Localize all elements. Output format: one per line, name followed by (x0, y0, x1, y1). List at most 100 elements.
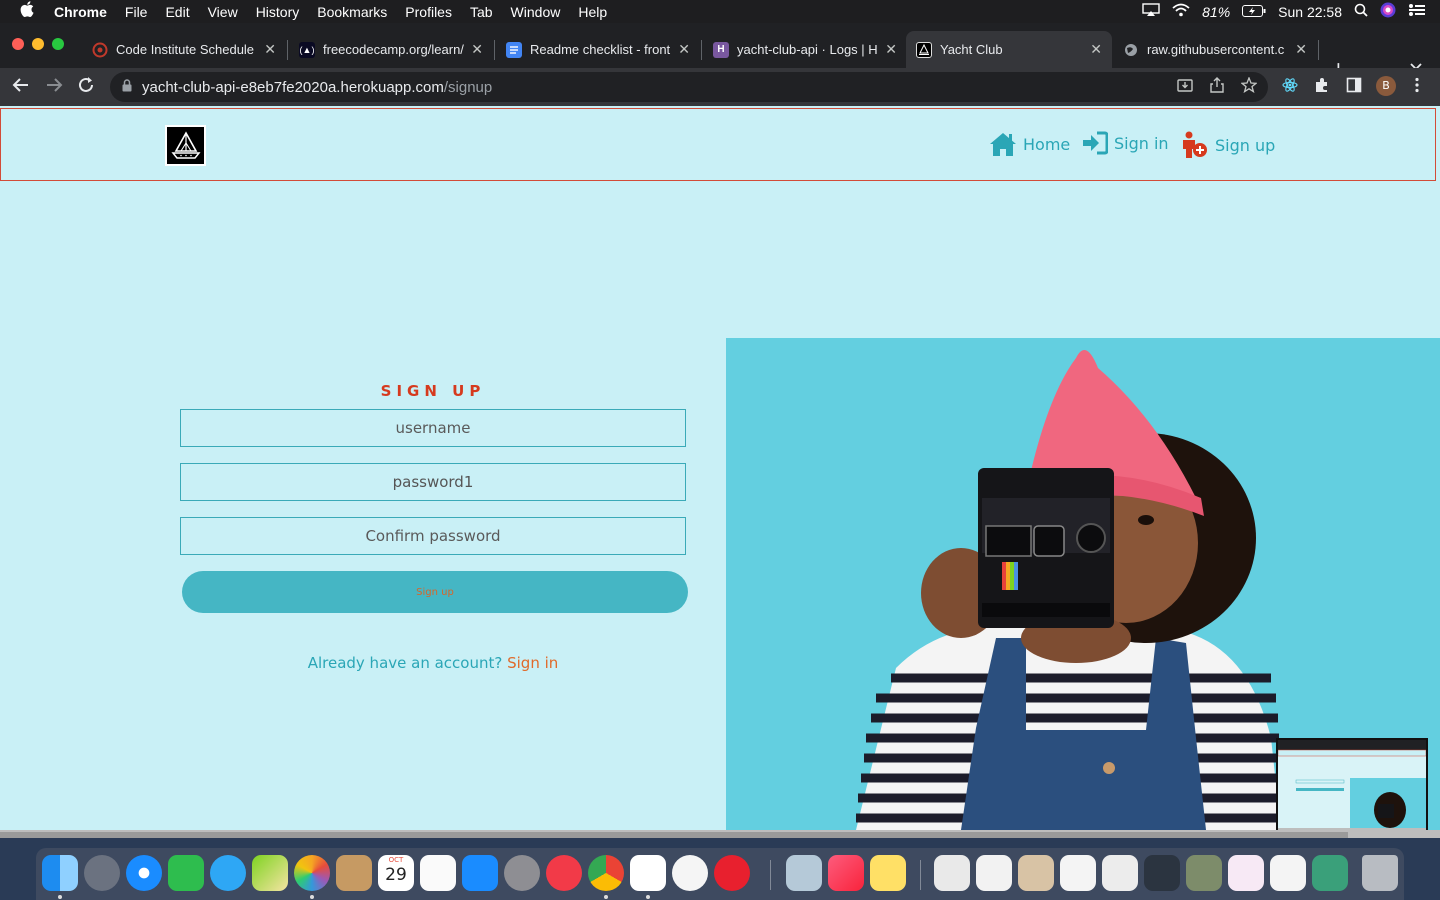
install-app-icon[interactable] (1177, 77, 1193, 97)
close-tab-icon[interactable]: ✕ (1295, 41, 1307, 58)
battery-percent: 81% (1202, 3, 1231, 20)
tab-divider (701, 40, 702, 60)
wifi-icon[interactable] (1172, 3, 1190, 20)
spotlight-search-icon[interactable] (1354, 3, 1368, 20)
profile-avatar[interactable]: B (1376, 76, 1396, 96)
minimized-window-2[interactable] (976, 855, 1012, 891)
site-logo[interactable] (165, 125, 206, 166)
mail-icon[interactable] (714, 855, 750, 891)
minimized-window-5[interactable] (1102, 855, 1138, 891)
minimized-window-9[interactable] (1270, 855, 1306, 891)
menu-file[interactable]: File (116, 4, 157, 20)
zoom-window-button[interactable] (52, 38, 64, 50)
close-tab-icon[interactable]: ✕ (471, 41, 483, 58)
close-tab-icon[interactable]: ✕ (1090, 41, 1102, 58)
menu-profiles[interactable]: Profiles (396, 4, 461, 20)
minimized-window-10[interactable] (1312, 855, 1348, 891)
menu-view[interactable]: View (199, 4, 247, 20)
launchpad-icon[interactable] (84, 855, 120, 891)
signup-submit-button[interactable]: Sign up (182, 571, 688, 613)
url-path: /signup (443, 78, 493, 96)
photos-icon[interactable] (294, 855, 330, 891)
close-window-button[interactable] (12, 38, 24, 50)
screenshot-thumbnail-preview[interactable] (1276, 738, 1428, 836)
reload-icon[interactable] (75, 76, 97, 99)
minimize-window-button[interactable] (32, 38, 44, 50)
system-preferences-icon[interactable] (504, 855, 540, 891)
trash-icon[interactable] (1362, 855, 1398, 891)
side-panel-icon[interactable] (1346, 77, 1362, 97)
tab-yacht-club[interactable]: Yacht Club ✕ (906, 31, 1112, 68)
close-tab-icon[interactable]: ✕ (678, 41, 690, 58)
chrome-menu-icon[interactable] (1414, 77, 1420, 97)
menu-edit[interactable]: Edit (156, 4, 198, 20)
news-icon[interactable] (546, 855, 582, 891)
calendar-icon[interactable]: OCT 29 (378, 855, 414, 891)
facetime-icon[interactable] (168, 855, 204, 891)
password-input[interactable] (180, 463, 686, 501)
battery-icon[interactable] (1242, 4, 1266, 20)
tab-heroku-logs[interactable]: H yacht-club-api · Logs | H ✕ (703, 31, 907, 68)
close-tab-icon[interactable]: ✕ (885, 41, 897, 58)
menu-help[interactable]: Help (569, 4, 616, 20)
app-store-icon[interactable] (462, 855, 498, 891)
menu-tab[interactable]: Tab (461, 4, 502, 20)
back-icon[interactable] (10, 76, 32, 99)
nav-signin-label: Sign in (1114, 133, 1169, 153)
tab-freecodecamp[interactable]: (▲) freecodecamp.org/learn/ ✕ (289, 31, 493, 68)
tab-code-institute[interactable]: Code Institute Schedule ✕ (82, 31, 286, 68)
username-input[interactable] (180, 409, 686, 447)
menu-window[interactable]: Window (502, 4, 570, 20)
minimized-window-1[interactable] (934, 855, 970, 891)
memoji-icon[interactable] (672, 855, 708, 891)
confirm-password-input[interactable] (180, 517, 686, 555)
chrome-icon[interactable] (588, 855, 624, 891)
extensions-puzzle-icon[interactable] (1314, 77, 1330, 97)
nav-home-link[interactable]: Home (989, 131, 1070, 157)
tab-raw-github[interactable]: raw.githubusercontent.c ✕ (1113, 31, 1317, 68)
airplay-icon[interactable] (1142, 3, 1160, 20)
minimized-window-6[interactable] (1144, 855, 1180, 891)
tab-title: freecodecamp.org/learn/ (323, 42, 464, 57)
address-bar[interactable]: yacht-club-api-e8eb7fe2020a.herokuapp.co… (110, 72, 1268, 102)
close-tab-icon[interactable]: ✕ (264, 41, 276, 58)
contacts-icon[interactable] (336, 855, 372, 891)
nav-signup-link[interactable]: Sign up (1179, 131, 1275, 159)
share-icon[interactable] (1210, 77, 1224, 97)
messages-icon[interactable] (210, 855, 246, 891)
minimized-window-4[interactable] (1060, 855, 1096, 891)
minimized-window-8[interactable] (1228, 855, 1264, 891)
slack-icon[interactable] (630, 855, 666, 891)
finder-icon[interactable] (42, 855, 78, 891)
menu-bookmarks[interactable]: Bookmarks (308, 4, 396, 20)
lock-icon[interactable] (122, 79, 132, 95)
menu-app-name[interactable]: Chrome (54, 4, 116, 20)
tab-title: raw.githubusercontent.c (1147, 42, 1285, 57)
minimized-window-7[interactable] (1186, 855, 1222, 891)
heroku-icon: H (713, 41, 729, 58)
notes-icon[interactable] (870, 855, 906, 891)
tab-readme-checklist[interactable]: Readme checklist - front ✕ (496, 31, 700, 68)
running-indicator (58, 895, 62, 899)
maps-icon[interactable] (252, 855, 288, 891)
reminders-icon[interactable] (420, 855, 456, 891)
menu-history[interactable]: History (247, 4, 309, 20)
tab-divider (1318, 40, 1319, 60)
react-devtools-icon[interactable] (1282, 77, 1298, 97)
signin-link[interactable]: Sign in (507, 654, 558, 672)
forward-icon[interactable] (43, 76, 65, 99)
preview-icon[interactable] (786, 855, 822, 891)
nav-signup-label: Sign up (1215, 135, 1276, 155)
bookmark-star-icon[interactable] (1240, 76, 1258, 97)
siri-icon[interactable] (1380, 2, 1396, 21)
safari-icon[interactable] (126, 855, 162, 891)
tab-title: Readme checklist - front (530, 42, 671, 57)
control-center-icon[interactable] (1408, 3, 1426, 20)
globe-icon (1123, 42, 1139, 58)
add-user-icon (1179, 131, 1209, 159)
minimized-window-3[interactable] (1018, 855, 1054, 891)
apple-menu-icon[interactable] (0, 1, 54, 22)
nav-signin-link[interactable]: Sign in (1082, 131, 1169, 155)
clock[interactable]: Sun 22:58 (1278, 4, 1342, 20)
music-icon[interactable] (828, 855, 864, 891)
